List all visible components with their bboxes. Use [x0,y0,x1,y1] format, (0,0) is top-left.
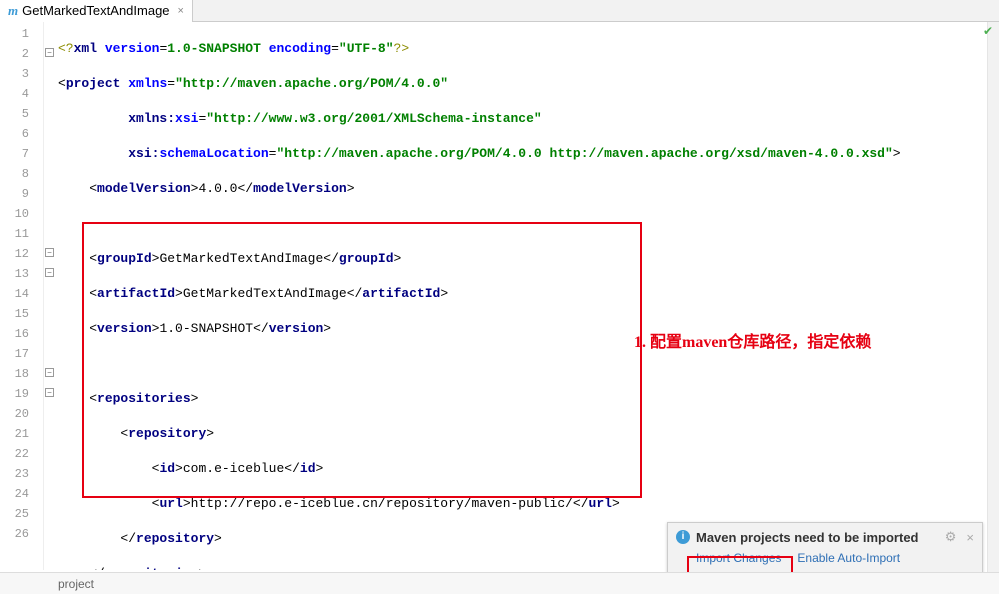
notification-title: Maven projects need to be imported [696,530,939,545]
tab-label: GetMarkedTextAndImage [22,3,169,18]
fold-icon[interactable]: − [45,48,54,57]
annotation-text: 1. 配置maven仓库路径，指定依赖 [634,328,871,352]
breadcrumb[interactable]: project [58,577,94,591]
line-gutter: 1234567891011121314151617181920212223242… [0,22,44,570]
check-icon: ✔ [983,24,993,38]
status-bar: project [0,572,999,594]
editor[interactable]: 1234567891011121314151617181920212223242… [0,22,999,570]
code-area[interactable]: <?xml version=1.0-SNAPSHOT encoding="UTF… [58,22,999,570]
scrollbar[interactable] [987,22,999,572]
close-icon[interactable]: × [178,5,184,17]
fold-column: − − − − − [44,22,58,570]
fold-icon[interactable]: − [45,388,54,397]
fold-icon[interactable]: − [45,248,54,257]
fold-icon[interactable]: − [45,268,54,277]
info-icon: i [676,530,690,544]
notification-popup: i Maven projects need to be imported ⚙ ×… [667,522,983,576]
import-changes-link[interactable]: Import Changes [696,551,781,565]
tab-bar: m GetMarkedTextAndImage × [0,0,999,22]
editor-tab[interactable]: m GetMarkedTextAndImage × [0,0,193,22]
enable-auto-import-link[interactable]: Enable Auto-Import [797,551,900,565]
gear-icon[interactable]: ⚙ [945,529,957,545]
fold-icon[interactable]: − [45,368,54,377]
close-icon[interactable]: × [966,530,974,545]
maven-icon: m [8,3,18,19]
